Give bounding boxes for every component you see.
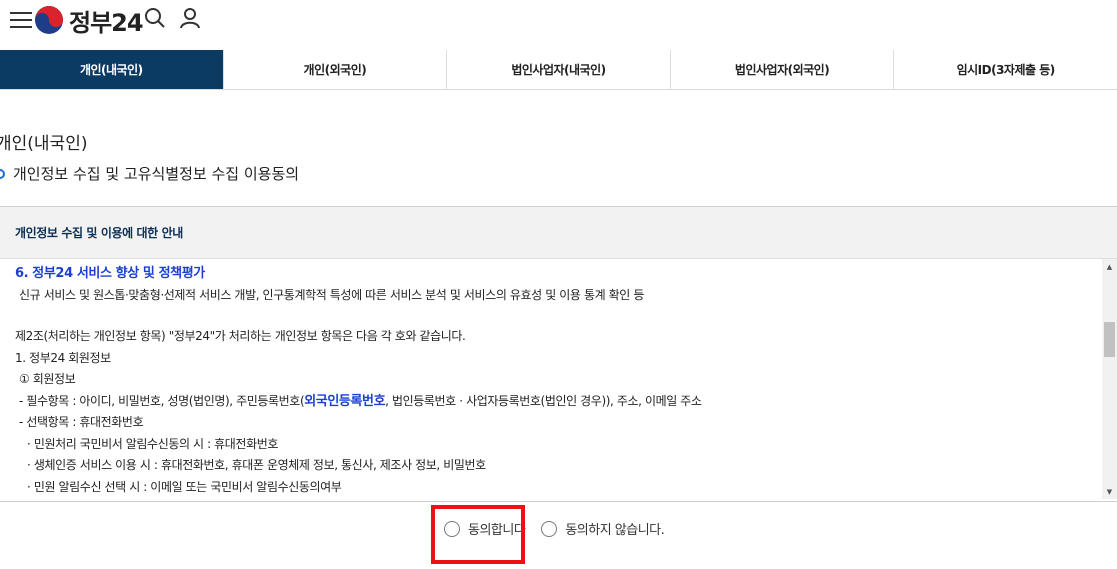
notice-line: ① 회원정보	[19, 372, 76, 386]
tab-foreign-individual[interactable]: 개인(외국인)	[224, 50, 448, 89]
disagree-label[interactable]: 동의하지 않습니다.	[565, 519, 664, 538]
notice-line: 제2조(처리하는 개인정보 항목) "정부24"가 처리하는 개인정보 항목은 …	[15, 329, 466, 343]
member-type-tabs: 개인(내국인) 개인(외국인) 법인사업자(내국인) 법인사업자(외국인) 임시…	[0, 50, 1117, 90]
scroll-down-icon[interactable]: ▼	[1102, 484, 1117, 499]
privacy-notice-box: 개인정보 수집 및 이용에 대한 안내 6. 정부24 서비스 향상 및 정책평…	[0, 206, 1117, 502]
scroll-thumb[interactable]	[1104, 322, 1115, 357]
logo[interactable]: 정부24	[34, 5, 144, 37]
notice-line: - 선택항목 : 휴대전화번호	[19, 415, 144, 429]
scroll-up-icon[interactable]: ▲	[1102, 259, 1117, 274]
notice-line: · 민원 알림수신 선택 시 : 이메일 또는 국민비서 알림수신동의여부	[27, 479, 342, 494]
page-title: 개인(내국인)	[0, 134, 88, 154]
notice-line: · 생체인증 서비스 이용 시 : 휴대전화번호, 휴대폰 운영체제 정보, 통…	[27, 458, 486, 472]
bullet-icon	[0, 168, 5, 179]
tab-korean-individual[interactable]: 개인(내국인)	[0, 50, 224, 89]
logo-text: 정부24	[69, 8, 144, 37]
tab-foreign-corporate[interactable]: 법인사업자(외국인)	[671, 50, 895, 89]
tab-korean-corporate[interactable]: 법인사업자(내국인)	[447, 50, 671, 89]
section-heading: 개인정보 수집 및 고유식별정보 수집 이용동의	[0, 163, 299, 184]
taegeuk-logo-icon	[35, 6, 63, 34]
user-icon[interactable]	[178, 6, 202, 30]
notice-scroll-area[interactable]: 6. 정부24 서비스 향상 및 정책평가 신규 서비스 및 원스톱·맞춤형·선…	[0, 259, 1117, 499]
scrollbar[interactable]: ▲ ▼	[1102, 259, 1117, 499]
notice-line: 신규 서비스 및 원스톱·맞춤형·선제적 서비스 개발, 인구통계학적 특성에 …	[19, 287, 644, 302]
disagree-option[interactable]: 동의하지 않습니다.	[541, 519, 665, 538]
tab-temporary-id[interactable]: 임시ID(3자제출 등)	[894, 50, 1117, 89]
foreigner-registration-highlight: 외국인등록번호	[304, 393, 386, 409]
hamburger-menu-icon[interactable]	[10, 9, 32, 31]
top-header: 정부24	[0, 0, 1117, 50]
disagree-radio[interactable]	[541, 520, 558, 537]
notice-line: 1. 정부24 회원정보	[15, 350, 111, 365]
search-icon[interactable]	[143, 6, 167, 30]
notice-line: - 필수항목 : 아이디, 비밀번호, 성명(법인명), 주민등록번호(외국인등…	[19, 393, 702, 409]
notice-line: 6. 정부24 서비스 향상 및 정책평가	[15, 266, 205, 281]
highlight-annotation-box	[431, 505, 525, 564]
notice-heading: 개인정보 수집 및 이용에 대한 안내	[0, 207, 1117, 259]
notice-content: 6. 정부24 서비스 향상 및 정책평가 신규 서비스 및 원스톱·맞춤형·선…	[15, 263, 1097, 498]
notice-line: · 민원처리 국민비서 알림수신동의 시 : 휴대전화번호	[27, 436, 278, 451]
section-title: 개인정보 수집 및 고유식별정보 수집 이용동의	[13, 165, 300, 183]
